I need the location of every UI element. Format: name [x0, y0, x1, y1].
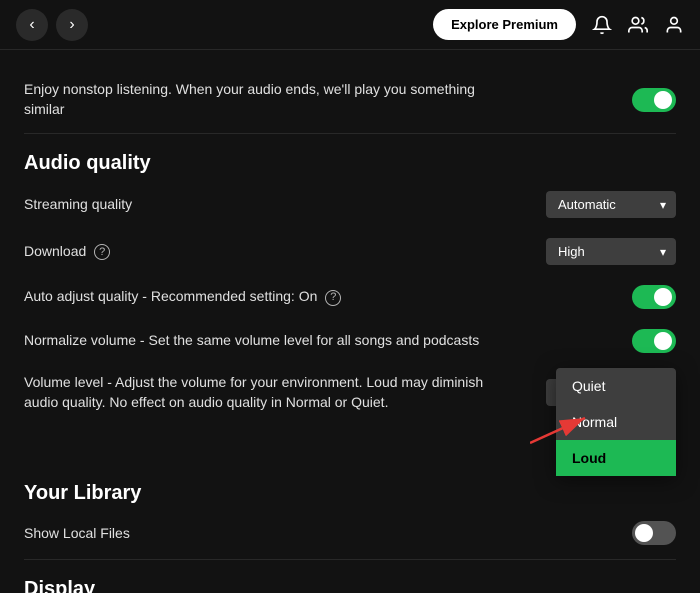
dropdown-item-quiet[interactable]: Quiet	[556, 368, 676, 404]
auto-adjust-toggle[interactable]	[632, 285, 676, 309]
download-quality-label: Download ?	[24, 242, 504, 262]
selection-arrow	[530, 408, 610, 448]
streaming-quality-row: Streaming quality Automatic Low Normal H…	[24, 181, 676, 228]
volume-level-label: Volume level - Adjust the volume for you…	[24, 373, 504, 412]
local-files-toggle[interactable]	[632, 521, 676, 545]
forward-button[interactable]: ›	[56, 9, 88, 41]
your-library-heading: Your Library	[24, 482, 676, 505]
explore-premium-button[interactable]: Explore Premium	[433, 9, 576, 40]
friends-button[interactable]	[628, 15, 648, 35]
auto-adjust-info-icon: ?	[325, 290, 341, 306]
auto-adjust-row: Auto adjust quality - Recommended settin…	[24, 275, 676, 319]
autoplay-row: Enjoy nonstop listening. When your audio…	[24, 70, 676, 129]
auto-adjust-toggle-slider	[632, 285, 676, 309]
streaming-quality-select-wrapper: Automatic Low Normal High Very High	[546, 191, 676, 218]
download-info-icon: ?	[94, 244, 110, 260]
download-quality-row: Download ? High Low Normal Very High	[24, 228, 676, 275]
normalize-label: Normalize volume - Set the same volume l…	[24, 331, 504, 351]
auto-adjust-label: Auto adjust quality - Recommended settin…	[24, 287, 504, 307]
topbar: ‹ › Explore Premium	[0, 0, 700, 50]
audio-quality-heading: Audio quality	[24, 152, 676, 175]
friends-icon	[628, 15, 648, 35]
download-quality-select-wrapper: High Low Normal Very High	[546, 238, 676, 265]
normalize-toggle[interactable]	[632, 329, 676, 353]
streaming-quality-label: Streaming quality	[24, 195, 504, 215]
streaming-quality-select[interactable]: Automatic Low Normal High Very High	[546, 191, 676, 218]
normalize-row: Normalize volume - Set the same volume l…	[24, 319, 676, 363]
autoplay-toggle-slider	[632, 88, 676, 112]
download-quality-select[interactable]: High Low Normal Very High	[546, 238, 676, 265]
profile-button[interactable]	[664, 15, 684, 35]
settings-content: Enjoy nonstop listening. When your audio…	[0, 50, 700, 593]
autoplay-label: Enjoy nonstop listening. When your audio…	[24, 80, 504, 119]
profile-icon	[664, 15, 684, 35]
notifications-button[interactable]	[592, 15, 612, 35]
topbar-actions: Explore Premium	[433, 9, 684, 40]
nav-controls: ‹ ›	[16, 9, 88, 41]
bell-icon	[592, 15, 612, 35]
local-files-label: Show Local Files	[24, 524, 504, 544]
back-button[interactable]: ‹	[16, 9, 48, 41]
display-heading: Display	[24, 578, 676, 593]
normalize-toggle-slider	[632, 329, 676, 353]
local-files-toggle-slider	[632, 521, 676, 545]
autoplay-toggle[interactable]	[632, 88, 676, 112]
local-files-row: Show Local Files	[24, 511, 676, 555]
